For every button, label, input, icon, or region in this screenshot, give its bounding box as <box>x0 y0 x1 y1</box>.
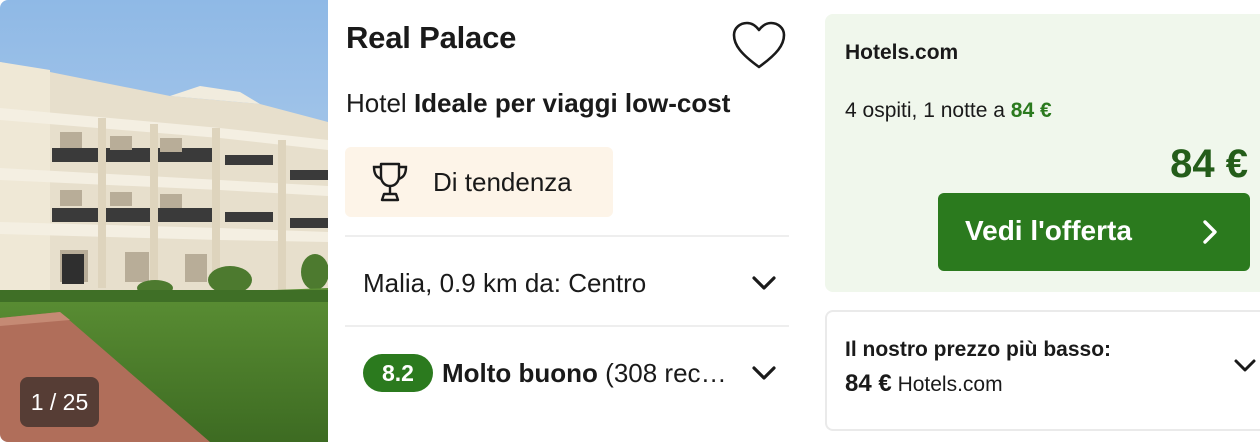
offer-price: 84 € <box>1170 142 1248 186</box>
photo-counter: 1 / 25 <box>20 377 99 427</box>
rating-row[interactable]: 8.2 Molto buono (308 recensioni) <box>345 330 789 416</box>
rating-score: 8.2 <box>363 354 433 392</box>
hotel-type-tag: Ideale per viaggi low-cost <box>413 88 731 118</box>
chevron-down-icon <box>752 366 776 380</box>
hotel-type: Hotel Ideale per viaggi low-cost <box>346 88 730 119</box>
view-offer-label: Vedi l'offerta <box>965 215 1132 246</box>
rating-text: Molto buono (308 recensioni) <box>442 358 732 389</box>
lowest-price-title: Il nostro prezzo più basso: <box>845 338 1112 361</box>
offer-description: 4 ospiti, 1 notte a 84 € <box>845 99 1052 123</box>
trophy-icon <box>372 162 408 202</box>
lowest-price-card[interactable]: Il nostro prezzo più basso: 84 € Hotels.… <box>825 310 1260 431</box>
rating-reviews: (308 recensioni) <box>605 357 732 388</box>
location-text: Malia, 0.9 km da: Centro <box>363 267 647 298</box>
offer-panel: Hotels.com 4 ospiti, 1 notte a 84 € 84 €… <box>825 14 1260 292</box>
chevron-down-icon <box>1234 359 1256 372</box>
favorite-button[interactable] <box>731 20 787 72</box>
divider <box>345 325 789 327</box>
offer-desc-price: 84 € <box>1010 99 1052 122</box>
chevron-down-icon <box>752 276 776 290</box>
view-offer-button[interactable]: Vedi l'offerta <box>938 193 1250 271</box>
lowest-price-value: 84 € <box>845 370 892 397</box>
hotel-photo-image <box>0 0 328 442</box>
offer-desc-prefix: 4 ospiti, 1 notte a <box>845 99 1005 122</box>
offer-provider: Hotels.com <box>845 41 959 64</box>
chevron-right-icon <box>1203 220 1217 244</box>
hotel-name[interactable]: Real Palace <box>346 20 516 56</box>
heart-icon <box>732 21 786 69</box>
trending-badge-label: Di tendenza <box>433 166 572 197</box>
location-row[interactable]: Malia, 0.9 km da: Centro <box>345 240 789 326</box>
hotel-type-prefix: Hotel <box>346 88 407 118</box>
hotel-photo[interactable]: 1 / 25 <box>0 0 328 442</box>
rating-label: Molto buono <box>442 357 598 388</box>
trending-badge: Di tendenza <box>345 147 613 217</box>
lowest-price-line: 84 € Hotels.com <box>845 370 1003 398</box>
divider <box>345 235 789 237</box>
lowest-price-provider: Hotels.com <box>897 373 1003 396</box>
